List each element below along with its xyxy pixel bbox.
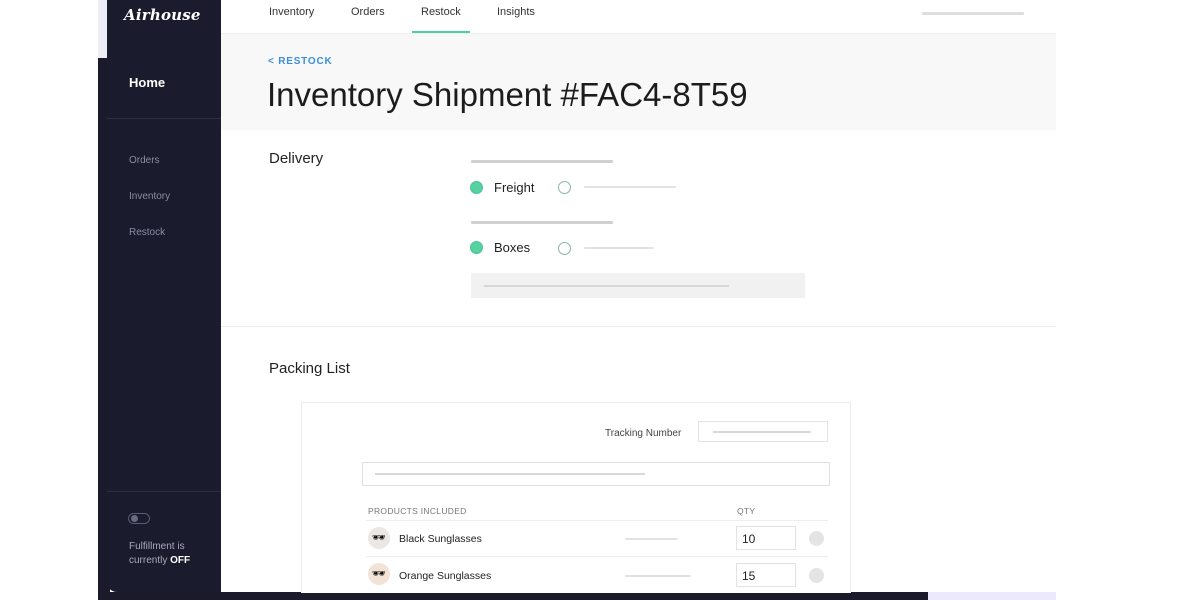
sidebar: Airhouse Home Orders Inventory Restock F… [107,0,221,592]
tab-insights[interactable]: Insights [488,6,544,33]
background-bottom-strip [98,592,928,600]
column-header-qty: QTY [737,506,756,516]
sidebar-item-orders[interactable]: Orders [129,155,160,166]
input-placeholder-line [484,285,729,287]
radio-freight[interactable] [470,181,483,194]
qty-input[interactable]: 15 [736,563,796,587]
delivery-field-label-placeholder [471,221,613,224]
breadcrumb[interactable]: < RESTOCK [268,56,333,67]
row-action-button[interactable] [809,568,824,583]
table-divider [366,556,828,557]
main-content: Inventory Orders Restock Insights < REST… [221,0,1056,593]
radio-alternate-2-label-placeholder [584,247,654,249]
tracking-number-label: Tracking Number [605,428,682,439]
sidebar-item-inventory[interactable]: Inventory [129,191,170,202]
sidebar-item-restock[interactable]: Restock [129,227,165,238]
delivery-field-label-placeholder [471,160,613,163]
sidebar-item-home[interactable]: Home [129,75,165,90]
table-divider [366,520,828,521]
fulfillment-status: Fulfillment is currently OFF [129,540,219,568]
input-placeholder-line [375,473,645,475]
tracking-number-input[interactable] [698,421,828,442]
product-detail-placeholder [625,575,691,577]
fulfillment-state: OFF [170,555,191,566]
tab-inventory[interactable]: Inventory [260,6,323,33]
fulfillment-toggle[interactable] [128,513,150,524]
brand-logo[interactable]: Airhouse [124,6,201,24]
tab-orders[interactable]: Orders [342,6,394,33]
packing-list-card: Tracking Number PRODUCTS INCLUDED QTY 🕶 … [301,402,851,593]
qty-input[interactable]: 10 [736,526,796,550]
sunglasses-icon: 🕶 [368,527,390,549]
radio-boxes-label: Boxes [494,240,531,255]
tab-restock[interactable]: Restock [412,6,470,33]
page-title: Inventory Shipment #FAC4-8T59 [267,76,748,113]
delivery-input[interactable] [471,273,805,298]
product-search-input[interactable] [362,462,830,486]
packing-list-title: Packing List [269,360,350,377]
product-detail-placeholder [625,538,678,540]
product-name: Orange Sunglasses [399,570,492,582]
row-action-button[interactable] [809,531,824,546]
radio-alternate-1[interactable] [558,181,571,194]
toggle-knob [131,515,138,522]
radio-freight-label: Freight [494,180,535,195]
delivery-section-title: Delivery [269,150,324,167]
product-name: Black Sunglasses [399,533,482,545]
background-bottom-right [928,592,1056,600]
input-placeholder-line [713,431,811,433]
sunglasses-icon: 🕶 [368,563,390,585]
radio-alternate-1-label-placeholder [584,186,676,188]
section-divider [221,326,1056,327]
top-navigation: Inventory Orders Restock Insights [221,0,1056,34]
sidebar-divider [107,491,221,492]
sidebar-divider [107,118,221,119]
radio-alternate-2[interactable] [558,242,571,255]
column-header-products: PRODUCTS INCLUDED [368,506,467,516]
radio-boxes[interactable] [470,241,483,254]
user-menu-placeholder[interactable] [922,12,1024,15]
